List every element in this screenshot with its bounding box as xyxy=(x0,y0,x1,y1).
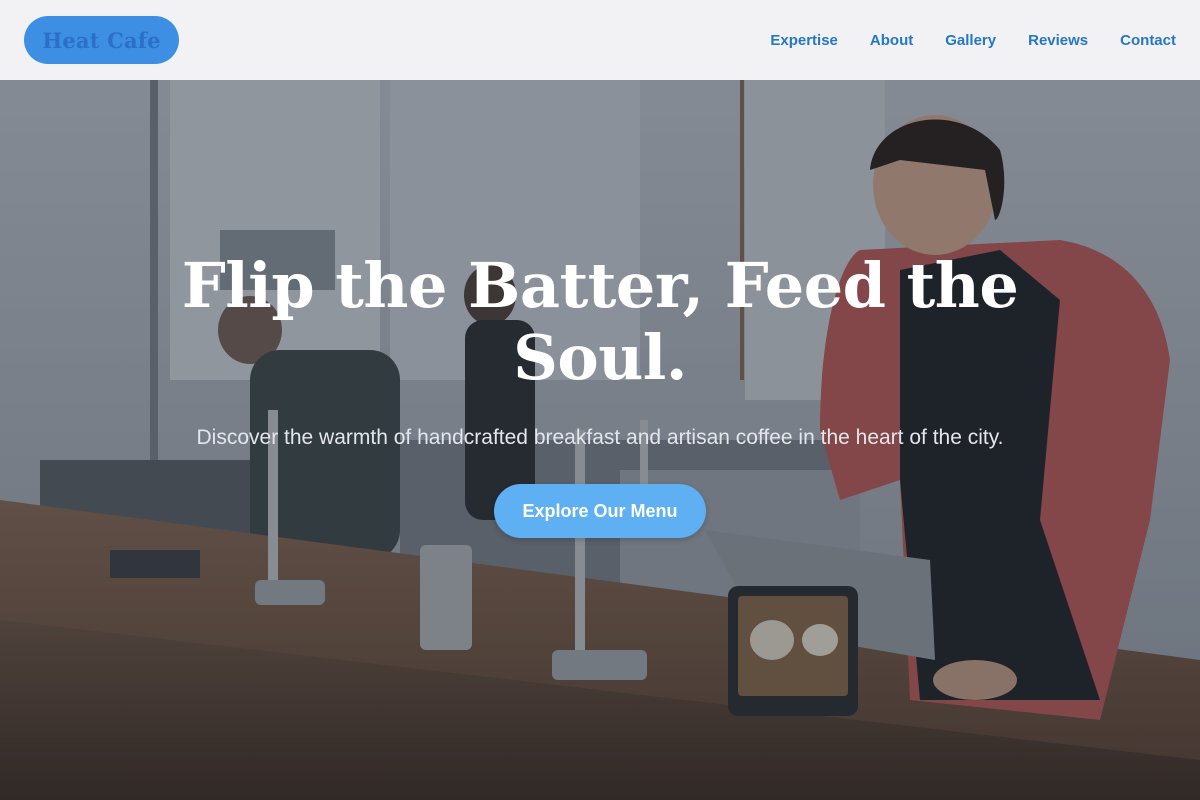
nav-link-reviews[interactable]: Reviews xyxy=(1028,32,1088,49)
nav-link-gallery[interactable]: Gallery xyxy=(945,32,996,49)
nav-link-contact[interactable]: Contact xyxy=(1120,32,1176,49)
logo-text: Heat Cafe xyxy=(42,27,161,53)
nav-link-expertise[interactable]: Expertise xyxy=(770,32,838,49)
page: Heat Cafe Expertise About Gallery Review… xyxy=(0,0,1200,800)
main-nav: Expertise About Gallery Reviews Contact xyxy=(770,0,1176,80)
logo-button[interactable]: Heat Cafe xyxy=(24,16,179,64)
hero-title: Flip the Batter, Feed the Soul. xyxy=(181,249,1019,394)
nav-link-about[interactable]: About xyxy=(870,32,913,49)
hero-subtitle: Discover the warmth of handcrafted break… xyxy=(196,426,1004,449)
site-header: Heat Cafe Expertise About Gallery Review… xyxy=(0,0,1200,80)
hero-section: Flip the Batter, Feed the Soul. Discover… xyxy=(0,250,1200,538)
explore-menu-button[interactable]: Explore Our Menu xyxy=(494,484,706,538)
